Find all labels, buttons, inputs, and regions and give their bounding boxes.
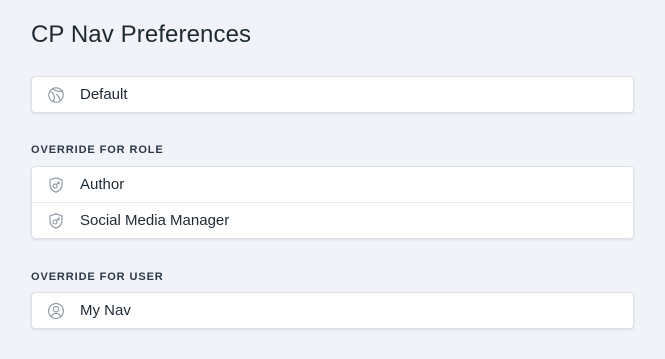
globe-icon xyxy=(47,86,65,104)
default-nav-card: Default xyxy=(31,76,634,113)
user-item-my-nav[interactable]: My Nav xyxy=(32,293,633,328)
shield-key-icon xyxy=(47,176,65,194)
role-section-heading: OVERRIDE FOR ROLE xyxy=(31,144,164,156)
shield-key-icon xyxy=(47,212,65,230)
user-icon xyxy=(47,302,65,320)
user-section-heading: OVERRIDE FOR USER xyxy=(31,271,164,283)
user-override-card: My Nav xyxy=(31,292,634,329)
role-item-label: Author xyxy=(80,176,125,193)
role-override-card: Author Social Media Manager xyxy=(31,166,634,239)
nav-item-label: Default xyxy=(80,86,128,103)
role-item-social-media-manager[interactable]: Social Media Manager xyxy=(32,202,633,238)
role-item-author[interactable]: Author xyxy=(32,167,633,202)
user-item-label: My Nav xyxy=(80,302,131,319)
role-item-label: Social Media Manager xyxy=(80,212,230,229)
page-title: CP Nav Preferences xyxy=(31,21,252,48)
nav-item-default[interactable]: Default xyxy=(32,77,633,112)
